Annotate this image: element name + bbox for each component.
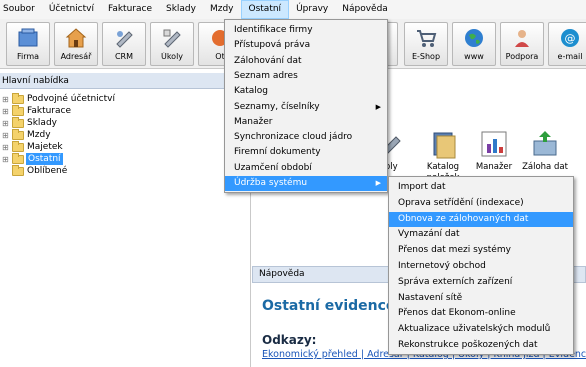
udrzba-submenu: Import dat Oprava setřídění (indexace) Obn… — [388, 176, 574, 355]
content-shortcut[interactable]: Manažer — [471, 129, 517, 173]
menu-ucetnictvi[interactable]: Účetnictví — [42, 0, 101, 19]
ostatni-menu-item[interactable]: Synchronizace cloud jádro — [225, 130, 387, 145]
tree-item-label: Mzdy — [27, 130, 51, 140]
svg-text:@: @ — [565, 32, 576, 45]
support-icon — [515, 30, 529, 47]
ostatni-menu-item[interactable]: Přístupová práva — [225, 38, 387, 53]
udrzba-menu-item[interactable]: Rekonstrukce poškozených dat — [389, 338, 573, 353]
folder-icon — [12, 93, 24, 104]
udrzba-menu-item[interactable]: Import dat — [389, 180, 573, 195]
tree-item-label: Ostatní — [26, 153, 63, 165]
backup-icon — [533, 131, 557, 156]
udrzba-menu-item[interactable]: Oprava setřídění (indexace) — [389, 196, 573, 211]
toolbar-button-address-book[interactable]: Adresář — [54, 22, 98, 66]
ostatni-menu-item[interactable]: Identifikace firmy — [225, 23, 387, 38]
ostatni-menu-item[interactable]: Seznam adres — [225, 69, 387, 84]
globe-icon — [465, 29, 483, 47]
email-icon: @ — [561, 29, 579, 47]
toolbar-button-label: Úkoly — [160, 52, 184, 61]
tree-item[interactable]: ⊞ Podvojné účetnictví — [0, 93, 240, 105]
folder-icon — [12, 129, 24, 140]
toolbar-button-tasks[interactable]: Úkoly — [150, 22, 194, 66]
ostatni-menu-item[interactable]: Katalog — [225, 84, 387, 99]
app-window: Soubor Účetnictví Fakturace Sklady Mzdy Ostat… — [0, 0, 586, 367]
ostatni-menu-item[interactable]: Firemní dokumenty — [225, 145, 387, 160]
links-heading: Odkazy: — [262, 333, 317, 347]
content-shortcut-label: Záloha dat — [522, 162, 568, 172]
catalog-icon — [433, 132, 456, 159]
firm-icon — [18, 28, 38, 47]
content-shortcut[interactable]: Záloha dat — [522, 129, 568, 173]
menu-ostatni[interactable]: Ostatní — [240, 0, 290, 19]
menu-upravy[interactable]: Úpravy — [289, 0, 335, 19]
toolbar-button-firm[interactable]: Firma — [6, 22, 50, 66]
ostatni-dropdown-menu: Identifikace firmy Přístupová práva Záloho… — [224, 19, 388, 193]
address-book-icon — [65, 28, 87, 48]
toolbar-button-label: www — [464, 52, 484, 61]
menu-soubor[interactable]: Soubor — [0, 0, 42, 19]
tree-item-label: Majetek — [27, 142, 63, 152]
ostatni-menu-item[interactable]: Uzamčení období — [225, 161, 387, 176]
tree-item-label: Sklady — [27, 118, 57, 128]
udrzba-menu-item[interactable]: Vymazání dat — [389, 227, 573, 242]
toolbar-button-label: e-mail — [557, 52, 583, 61]
folder-icon — [12, 165, 24, 176]
menu-napoveda[interactable]: Nápověda — [335, 0, 395, 19]
folder-icon — [12, 117, 24, 128]
crm-icon — [116, 31, 133, 48]
cart-icon — [417, 30, 437, 47]
help-title: Ostatní evidence — [262, 298, 396, 314]
ostatni-menu-item[interactable]: Zálohování dat — [225, 54, 387, 69]
udrzba-menu-item[interactable]: Internetový obchod — [389, 259, 573, 274]
toolbar-button-support[interactable]: Podpora — [500, 22, 544, 66]
main-menu-tree: ⊞ Podvojné účetnictví ⊞ Fakturace ⊞ Sklady ⊞ Mz… — [0, 93, 250, 367]
ostatni-menu-item[interactable]: Seznamy, číselníky — [225, 100, 387, 115]
folder-icon — [12, 105, 24, 116]
ostatni-menu-item[interactable]: Manažer — [225, 115, 387, 130]
udrzba-menu-item[interactable]: Aktualizace uživatelských modulů — [389, 322, 573, 337]
tree-item-label: Podvojné účetnictví — [27, 94, 115, 104]
toolbar-button-crm[interactable]: CRM — [102, 22, 146, 66]
tree-item[interactable]: Oblíbené — [0, 165, 240, 177]
udrzba-menu-item[interactable]: Přenos dat mezi systémy — [389, 243, 573, 258]
udrzba-menu-item[interactable]: Obnova ze zálohovaných dat — [389, 211, 573, 227]
udrzba-menu-item[interactable]: Správa externích zařízení — [389, 275, 573, 290]
main-menu-panel-title: Hlavní nabídka — [0, 73, 250, 89]
tree-item[interactable]: ⊞ Ostatní — [0, 153, 240, 165]
udrzba-menu-item[interactable]: Přenos dat Ekonom-online — [389, 306, 573, 321]
toolbar-button-email[interactable]: @ e-mail — [548, 22, 586, 66]
tasks-icon — [163, 29, 181, 48]
toolbar-button-globe[interactable]: www — [452, 22, 496, 66]
toolbar-button-cart[interactable]: E-Shop — [404, 22, 448, 66]
chart-icon — [481, 131, 507, 157]
folder-icon — [12, 153, 24, 164]
tree-item[interactable]: ⊞ Majetek — [0, 141, 240, 153]
tree-item[interactable]: ⊞ Mzdy — [0, 129, 240, 141]
toolbar-button-label: Podpora — [505, 52, 539, 61]
menu-fakturace[interactable]: Fakturace — [101, 0, 159, 19]
toolbar-button-label: Firma — [16, 52, 40, 61]
toolbar-button-label: CRM — [114, 52, 134, 61]
tree-item[interactable]: ⊞ Fakturace — [0, 105, 240, 117]
tree-item-label: Oblíbené — [27, 166, 68, 176]
menu-mzdy[interactable]: Mzdy — [203, 0, 241, 19]
toolbar-button-label: E-Shop — [411, 52, 441, 61]
udrzba-menu-item[interactable]: Nastavení sítě — [389, 291, 573, 306]
content-shortcut-label: Manažer — [475, 162, 513, 172]
menu-sklady[interactable]: Sklady — [159, 0, 203, 19]
folder-icon — [12, 141, 24, 152]
toolbar-button-label: Adresář — [60, 52, 92, 61]
tree-item[interactable]: ⊞ Sklady — [0, 117, 240, 129]
menu-bar: Soubor Účetnictví Fakturace Sklady Mzdy Ostat… — [0, 0, 586, 19]
tree-item-label: Fakturace — [27, 106, 72, 116]
ostatni-menu-item[interactable]: Údržba systému — [225, 176, 387, 191]
